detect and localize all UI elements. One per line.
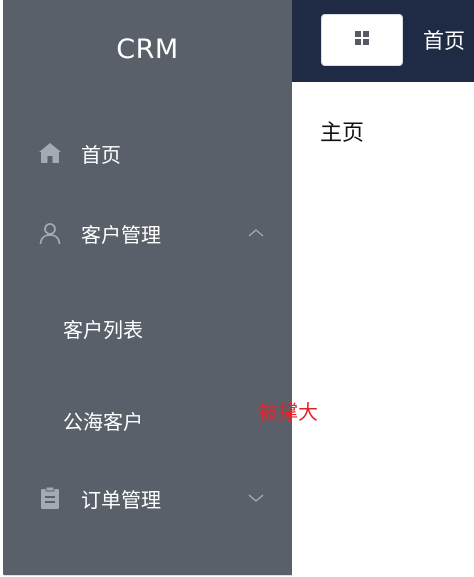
sidebar-subitem-public-customers[interactable]: 公海客户: [3, 392, 292, 448]
header-bar: 首页: [292, 0, 474, 82]
sidebar-item-order-management[interactable]: 订单管理: [3, 470, 292, 526]
app-window: CRM 首页 客户管理 客户列表 公海客户 订单管理 首页 主页 被撑大: [0, 0, 474, 577]
sidebar-item-label: 首页: [81, 142, 121, 167]
sidebar-item-home[interactable]: 首页: [3, 125, 292, 181]
sidebar-subitem-label: 公海客户: [63, 409, 143, 434]
grid-icon: [354, 30, 370, 50]
collapse-menu-button[interactable]: [321, 14, 403, 66]
user-icon: [38, 221, 62, 245]
sidebar: CRM 首页 客户管理 客户列表 公海客户 订单管理: [3, 0, 292, 576]
home-icon: [38, 141, 62, 165]
brand-logo-text: CRM: [116, 34, 179, 65]
clipboard-icon: [38, 486, 62, 510]
sidebar-subitem-label: 客户列表: [63, 317, 143, 342]
page-title: 主页: [320, 121, 365, 146]
annotation-text: 被撑大: [258, 400, 318, 424]
sidebar-item-label: 订单管理: [81, 487, 161, 512]
chevron-down-icon: [246, 488, 266, 508]
sidebar-item-label: 客户管理: [81, 222, 161, 247]
sidebar-item-customer-management[interactable]: 客户管理: [3, 205, 292, 261]
sidebar-subitem-customer-list[interactable]: 客户列表: [3, 300, 292, 356]
chevron-up-icon: [246, 223, 266, 243]
breadcrumb-home[interactable]: 首页: [423, 25, 465, 55]
